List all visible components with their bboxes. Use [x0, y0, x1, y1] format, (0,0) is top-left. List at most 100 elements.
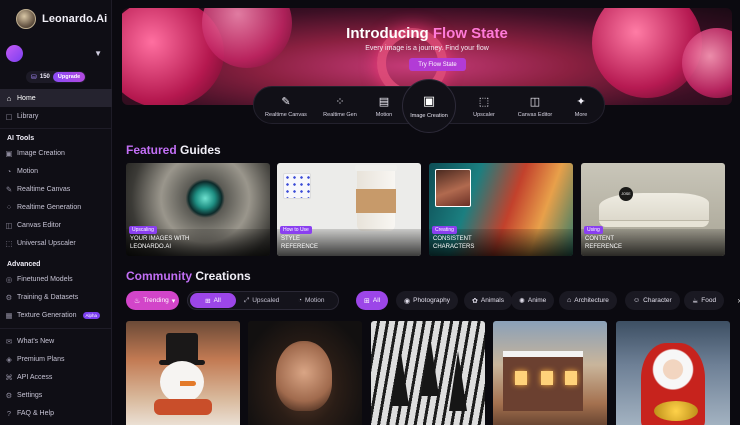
sidebar-item-label: Motion — [17, 167, 39, 175]
caret-down-icon[interactable]: ▼ — [94, 49, 102, 58]
sidebar-item-faq-help[interactable]: ? FAQ & Help — [0, 404, 112, 422]
guide-card-consistent-characters[interactable]: Creating CONSISTENT CHARACTERS — [429, 163, 573, 256]
guide-title-line: CHARACTERS — [433, 244, 475, 250]
user-menu[interactable]: ▼ — [6, 45, 106, 63]
segment-label: Upscaled — [252, 297, 280, 304]
creation-card[interactable] — [616, 321, 730, 425]
sidebar-item-label: Library — [17, 112, 39, 120]
sparkle-icon: ✦ — [576, 95, 586, 108]
guide-title-line: CONSISTENT — [433, 236, 472, 242]
advanced-heading: Advanced — [7, 261, 41, 268]
nav-advanced: ◎ Finetuned Models ⚙ Training & Datasets… — [0, 270, 112, 324]
sidebar-item-canvas-editor[interactable]: ◫ Canvas Editor — [0, 216, 112, 234]
category-anime[interactable]: ✺ Anime — [511, 291, 555, 310]
sort-dropdown[interactable]: ♨ Trending ▾ — [126, 291, 179, 310]
tool-realtime-gen[interactable]: ⁘ Realtime Gen — [314, 87, 366, 125]
sidebar-item-home[interactable]: ⌂ Home — [0, 89, 112, 107]
sidebar: Leonardo.Ai ▼ ⛁ 150 Upgrade ⌂ Home ▢ Lib… — [0, 0, 112, 425]
sidebar-item-label: Universal Upscaler — [17, 239, 76, 247]
ai-tools-heading: AI Tools — [7, 135, 35, 142]
avatar[interactable] — [6, 45, 23, 62]
sidebar-item-label: Finetuned Models — [17, 275, 73, 283]
category-label: Anime — [527, 297, 547, 304]
tool-label: Realtime Canvas — [265, 111, 307, 118]
paw-icon: ✿ — [472, 297, 478, 305]
segment-upscaled[interactable]: ⤢ Upscaled — [238, 293, 285, 308]
try-flow-state-button[interactable]: Try Flow State — [409, 58, 466, 71]
featured-guides: Upscaling YOUR IMAGES WITH LEONARDO.AI H… — [126, 163, 726, 256]
creation-card[interactable] — [248, 321, 362, 425]
brand[interactable]: Leonardo.Ai — [16, 9, 107, 29]
guide-title-line: LEONARDO.AI — [130, 244, 172, 250]
canvas-icon: ✎ — [5, 184, 13, 194]
character-icon: ☺ — [633, 297, 641, 304]
chevron-right-icon[interactable]: › — [732, 291, 740, 310]
guide-card-content-reference[interactable]: JOSE Using CONTENT REFERENCE — [581, 163, 725, 256]
category-label: Food — [701, 297, 717, 304]
category-animals[interactable]: ✿ Animals — [464, 291, 512, 310]
sidebar-item-realtime-canvas[interactable]: ✎ Realtime Canvas — [0, 180, 112, 198]
upscaled-icon: ⤢ — [244, 296, 250, 304]
category-architecture[interactable]: ⌂ Architecture — [559, 291, 617, 310]
editor-icon: ◫ — [5, 220, 13, 230]
community-filters: ♨ Trending ▾ ⊞ All ⤢ Upscaled ◔ Motion ⊞… — [126, 291, 740, 310]
premium-icon: ◈ — [6, 354, 12, 364]
tool-canvas-editor[interactable]: ◫ Canvas Editor — [510, 87, 560, 125]
tool-image-creation[interactable]: ▣ Image Creation — [402, 79, 456, 133]
sidebar-item-label: Home — [17, 94, 36, 102]
hero-subtitle: Every image is a journey. Find your flow — [365, 45, 489, 52]
sidebar-item-training-datasets[interactable]: ⚙ Training & Datasets — [0, 288, 112, 306]
sidebar-item-whats-new[interactable]: ✉ What's New — [0, 332, 112, 350]
home-icon: ⌂ — [6, 93, 12, 103]
guide-tag: Using — [584, 226, 603, 234]
sidebar-item-texture-generation[interactable]: ▦ Texture Generation Alpha — [0, 306, 112, 324]
sidebar-item-premium-plans[interactable]: ◈ Premium Plans — [0, 350, 112, 368]
guide-card-upscaling[interactable]: Upscaling YOUR IMAGES WITH LEONARDO.AI — [126, 163, 270, 256]
category-all[interactable]: ⊞ All — [356, 291, 389, 310]
sidebar-item-universal-upscaler[interactable]: ⬚ Universal Upscaler — [0, 234, 112, 252]
motion-icon: ◔ — [6, 166, 12, 176]
heading-rest: Creations — [195, 269, 251, 283]
upgrade-button[interactable]: Upgrade — [52, 72, 86, 82]
category-character[interactable]: ☺ Character — [625, 291, 680, 310]
category-label: Photography — [413, 297, 450, 304]
sidebar-item-motion[interactable]: ◔ Motion — [0, 162, 112, 180]
guide-card-style-reference[interactable]: How to Use STYLE REFERENCE — [277, 163, 421, 256]
tool-label: Realtime Gen — [323, 111, 357, 118]
guide-title-line: REFERENCE — [281, 244, 319, 250]
help-icon: ? — [6, 408, 12, 418]
sidebar-divider — [0, 328, 112, 329]
creation-card[interactable] — [493, 321, 607, 425]
tool-label: Motion — [375, 111, 393, 118]
segment-all[interactable]: ⊞ All — [190, 293, 236, 308]
segment-motion[interactable]: ◔ Motion — [292, 293, 330, 308]
tool-more[interactable]: ✦ More — [560, 87, 602, 125]
sidebar-item-api-access[interactable]: ⌘ API Access — [0, 368, 112, 386]
tool-upscaler[interactable]: ⬚ Upscaler — [458, 87, 510, 125]
realtime-canvas-icon: ✎ — [281, 95, 291, 108]
sidebar-item-image-creation[interactable]: ▣ Image Creation — [0, 144, 112, 162]
sidebar-item-realtime-generation[interactable]: ⁘ Realtime Generation — [0, 198, 112, 216]
realtime-gen-icon: ⁘ — [335, 95, 345, 108]
sidebar-item-finetuned-models[interactable]: ◎ Finetuned Models — [0, 270, 112, 288]
alpha-badge: Alpha — [82, 311, 101, 319]
category-photography[interactable]: ◉ Photography — [396, 291, 458, 310]
category-food[interactable]: ☕ Food — [684, 291, 725, 310]
heading-rest: Guides — [180, 143, 221, 157]
grid-icon: ⊞ — [205, 297, 211, 305]
hero-title: Introducing Flow State — [122, 25, 732, 42]
nav-ai-tools: ▣ Image Creation ◔ Motion ✎ Realtime Can… — [0, 144, 112, 252]
tool-motion[interactable]: ▤ Motion — [366, 87, 402, 125]
category-label: Character — [643, 297, 672, 304]
creation-card[interactable] — [371, 321, 485, 425]
tool-label: Image Creation — [410, 113, 448, 119]
creation-card[interactable] — [126, 321, 240, 425]
sidebar-item-label: Canvas Editor — [17, 221, 61, 229]
sidebar-item-settings[interactable]: ⚙ Settings — [0, 386, 112, 404]
category-label: Architecture — [574, 297, 609, 304]
guide-title-line: REFERENCE — [585, 244, 623, 250]
guide-title-line: YOUR IMAGES WITH — [130, 236, 190, 242]
sidebar-item-library[interactable]: ▢ Library — [0, 107, 112, 125]
tool-realtime-canvas[interactable]: ✎ Realtime Canvas — [258, 87, 314, 125]
sidebar-item-label: What's New — [17, 337, 55, 345]
